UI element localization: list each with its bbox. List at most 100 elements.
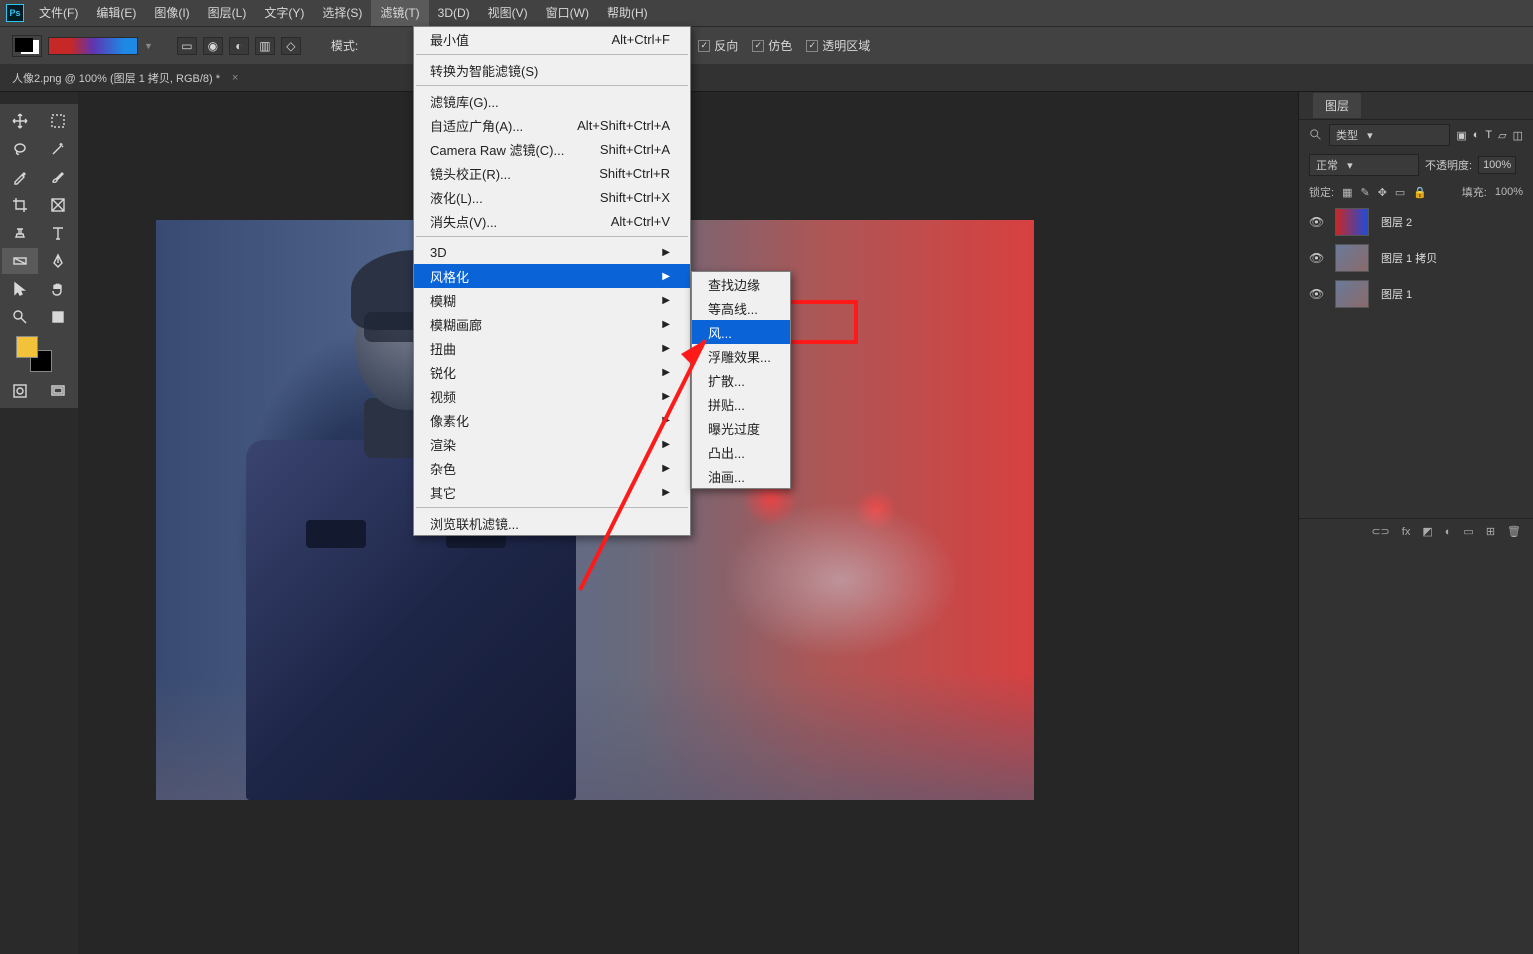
menu-3dd[interactable]: 3D(D) [429, 0, 479, 26]
annotation-arrow [560, 320, 740, 600]
brush-tool[interactable] [40, 164, 76, 190]
filter-item-模糊[interactable]: 模糊▶ [414, 288, 690, 312]
panel-footer-icon[interactable]: ⊞ [1486, 525, 1495, 538]
menu-文字y[interactable]: 文字(Y) [255, 0, 313, 26]
hand-tool[interactable] [40, 276, 76, 302]
zoom-tool[interactable] [2, 304, 38, 330]
panel-footer-icon[interactable]: fx [1402, 526, 1411, 538]
document-title: 人像2.png @ 100% (图层 1 拷贝, RGB/8) * [12, 70, 220, 86]
frame-tool[interactable] [40, 192, 76, 218]
filter-pixel-icon[interactable]: ▣ [1456, 129, 1466, 142]
layer-kind-select[interactable]: 类型 ▾ [1329, 124, 1450, 146]
gradient-type-radial[interactable]: ◉ [203, 37, 223, 55]
document-tab[interactable]: 人像2.png @ 100% (图层 1 拷贝, RGB/8) * × [0, 64, 1533, 92]
layer-name: 图层 1 [1381, 286, 1412, 302]
visibility-icon[interactable]: 👁 [1309, 251, 1323, 265]
lock-all-icon[interactable]: 🔒 [1413, 186, 1427, 199]
mode-label: 模式: [331, 37, 358, 54]
filter-adjust-icon[interactable]: ◐ [1473, 129, 1480, 141]
lock-artboard-icon[interactable]: ▭ [1395, 186, 1405, 199]
filter-item-消失点V[interactable]: 消失点(V)...Alt+Ctrl+V [414, 209, 690, 233]
layer-thumb [1335, 244, 1369, 272]
layers-panel: 图层 类型 ▾ ▣ ◐ T ▱ ◫ 正常 ▾ 不透明度: 100% 锁定: ▦ … [1298, 92, 1533, 954]
chk-transparency[interactable]: ✓透明区域 [806, 37, 870, 54]
lock-brush-icon[interactable]: ✎ [1360, 186, 1369, 199]
menu-编辑e[interactable]: 编辑(E) [87, 0, 145, 26]
layers-panel-tab[interactable]: 图层 [1299, 92, 1533, 120]
layers-panel-footer: ⊂⊃ fx ◩ ◐ ▭ ⊞ 🗑 [1299, 518, 1533, 544]
layer-thumb [1335, 280, 1369, 308]
lock-label: 锁定: [1309, 184, 1334, 200]
options-bar: ▼ ▭ ◉ ◐ ▥ ◇ 模式: ✓反向 ✓仿色 ✓透明区域 [0, 26, 1533, 64]
gradient-tool[interactable] [2, 248, 38, 274]
stylize-item-等高线[interactable]: 等高线... [692, 296, 790, 320]
menu-帮助h[interactable]: 帮助(H) [598, 0, 657, 26]
marquee-tool[interactable] [40, 108, 76, 134]
magic-wand-tool[interactable] [40, 136, 76, 162]
quick-mask-tool[interactable] [2, 378, 38, 404]
filter-item-转换为智能滤镜S[interactable]: 转换为智能滤镜(S) [414, 58, 690, 82]
gradient-type-linear[interactable]: ▭ [177, 37, 197, 55]
gradient-preview[interactable] [48, 37, 138, 55]
panel-footer-icon[interactable]: ▭ [1463, 525, 1473, 538]
stylize-item-查找边缘[interactable]: 查找边缘 [692, 272, 790, 296]
filter-item-镜头校正R[interactable]: 镜头校正(R)...Shift+Ctrl+R [414, 161, 690, 185]
opacity-value[interactable]: 100% [1478, 156, 1516, 174]
blend-mode-select[interactable]: 正常 ▾ [1309, 154, 1419, 176]
filter-item-滤镜库G[interactable]: 滤镜库(G)... [414, 89, 690, 113]
lasso-tool[interactable] [2, 136, 38, 162]
menu-窗口w[interactable]: 窗口(W) [537, 0, 598, 26]
edit-toolbar[interactable] [40, 304, 76, 330]
panel-footer-icon[interactable]: ◐ [1445, 526, 1452, 538]
gradient-type-angle[interactable]: ◐ [229, 37, 249, 55]
menu-文件f[interactable]: 文件(F) [30, 0, 87, 26]
visibility-icon[interactable]: 👁 [1309, 287, 1323, 301]
panel-footer-icon[interactable]: ◩ [1422, 525, 1432, 538]
eyedropper-tool[interactable] [2, 164, 38, 190]
color-swatches[interactable] [2, 332, 76, 376]
menu-图层l[interactable]: 图层(L) [199, 0, 256, 26]
filter-smart-icon[interactable]: ◫ [1513, 129, 1523, 142]
filter-shape-icon[interactable]: ▱ [1498, 129, 1506, 142]
toolbox [0, 104, 78, 408]
crop-tool[interactable] [2, 192, 38, 218]
filter-item-自适应广角A[interactable]: 自适应广角(A)...Alt+Shift+Ctrl+A [414, 113, 690, 137]
filter-type-icon[interactable]: T [1485, 129, 1492, 141]
close-tab-icon[interactable]: × [232, 72, 238, 84]
fg-bg-swatch[interactable] [12, 35, 42, 57]
fill-value[interactable]: 100% [1495, 186, 1523, 198]
chk-dither[interactable]: ✓仿色 [752, 37, 792, 54]
chk-reverse[interactable]: ✓反向 [698, 37, 738, 54]
pen-tool[interactable] [40, 248, 76, 274]
fill-label: 填充: [1462, 184, 1487, 200]
menu-图像i[interactable]: 图像(I) [145, 0, 198, 26]
layer-row[interactable]: 👁 图层 1 拷贝 [1299, 240, 1533, 276]
filter-item-CameraRaw滤镜C[interactable]: Camera Raw 滤镜(C)...Shift+Ctrl+A [414, 137, 690, 161]
filter-item-3D[interactable]: 3D▶ [414, 240, 690, 264]
layer-row[interactable]: 👁图层 2 [1299, 204, 1533, 240]
lock-pixels-icon[interactable]: ▦ [1342, 186, 1352, 199]
screen-mode-tool[interactable] [40, 378, 76, 404]
filter-item-风格化[interactable]: 风格化▶ [414, 264, 690, 288]
panel-footer-icon[interactable]: ⊂⊃ [1371, 525, 1389, 538]
menu-选择s[interactable]: 选择(S) [313, 0, 371, 26]
app-logo: Ps [0, 0, 30, 26]
visibility-icon[interactable]: 👁 [1309, 215, 1323, 229]
layer-name: 图层 1 拷贝 [1381, 250, 1437, 266]
filter-item-液化L[interactable]: 液化(L)...Shift+Ctrl+X [414, 185, 690, 209]
panel-footer-icon[interactable]: 🗑 [1507, 525, 1521, 538]
menu-滤镜t[interactable]: 滤镜(T) [371, 0, 428, 26]
gradient-type-reflected[interactable]: ▥ [255, 37, 275, 55]
main-menubar: Ps 文件(F)编辑(E)图像(I)图层(L)文字(Y)选择(S)滤镜(T)3D… [0, 0, 1533, 26]
layer-thumb [1335, 208, 1369, 236]
filter-item-最小值[interactable]: 最小值Alt+Ctrl+F [414, 27, 690, 51]
clone-stamp-tool[interactable] [2, 220, 38, 246]
path-select-tool[interactable] [2, 276, 38, 302]
gradient-type-diamond[interactable]: ◇ [281, 37, 301, 55]
lock-move-icon[interactable]: ✥ [1378, 186, 1387, 199]
opacity-label: 不透明度: [1425, 157, 1472, 173]
menu-视图v[interactable]: 视图(V) [479, 0, 537, 26]
type-tool[interactable] [40, 220, 76, 246]
layer-row[interactable]: 👁 图层 1 [1299, 276, 1533, 312]
move-tool[interactable] [2, 108, 38, 134]
